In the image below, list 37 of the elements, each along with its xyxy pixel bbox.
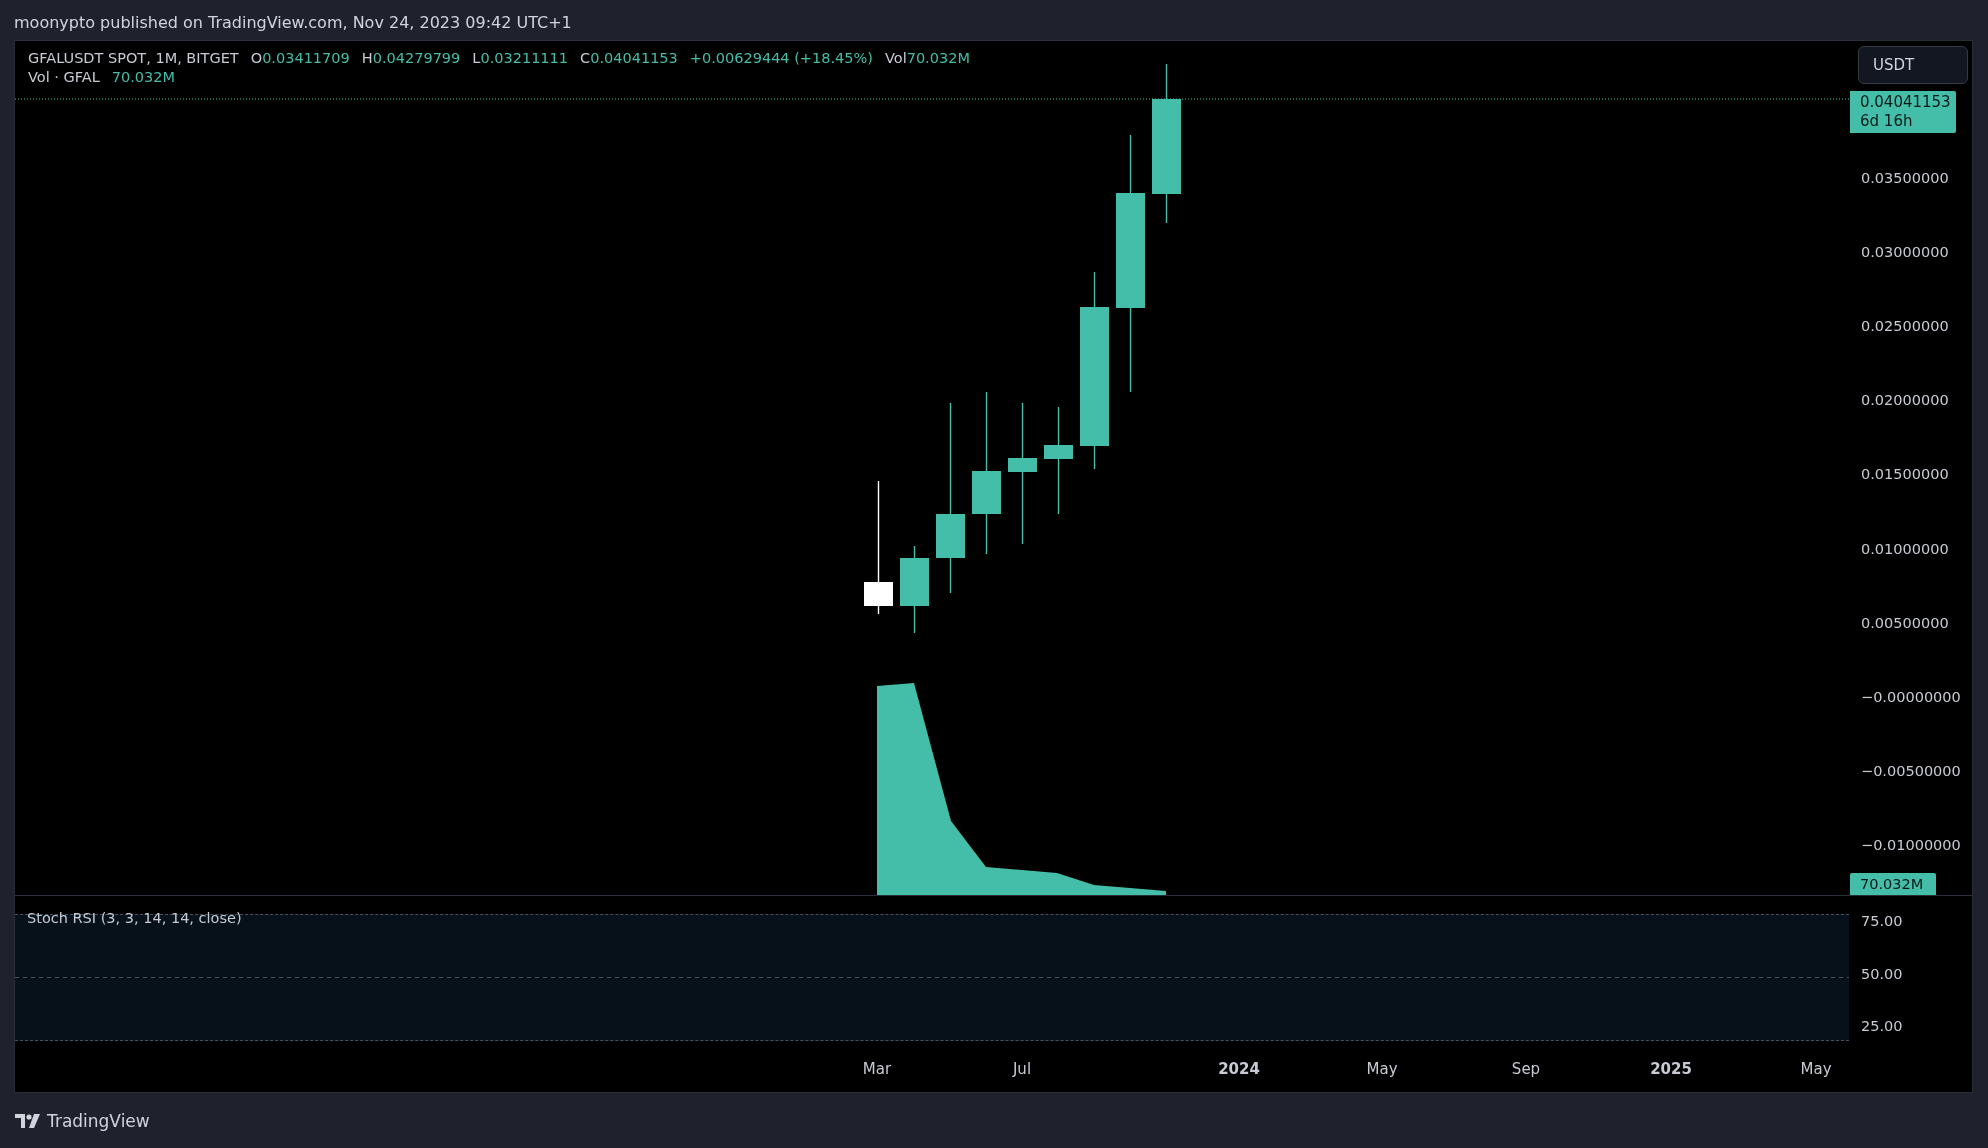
time-axis-label: May: [1800, 1060, 1832, 1078]
volume-badge: 70.032M: [1850, 873, 1936, 895]
ohlc-value: H0.04279799: [361, 50, 461, 66]
price-axis-label: 0.03000000: [1861, 244, 1949, 261]
time-axis-label: 2025: [1650, 1060, 1692, 1078]
time-axis-label: Jul: [1012, 1060, 1032, 1078]
price-axis-label: 0.02000000: [1861, 392, 1949, 409]
bar-countdown: 6d 16h: [1860, 112, 1914, 131]
volume-legend-label: Vol · GFAL: [28, 69, 100, 85]
volume-value: Vol70.032M: [884, 50, 970, 66]
stoch-axis-label: 25.00: [1861, 1018, 1903, 1034]
brand-name: TradingView: [47, 1110, 150, 1131]
currency-button[interactable]: USDT: [1858, 46, 1968, 84]
logo-icon: [15, 1113, 41, 1128]
change-value: +0.00629444 (+18.45%): [689, 50, 873, 66]
stoch-axis-label: 50.00: [1861, 966, 1903, 982]
time-axis-label: Sep: [1511, 1060, 1541, 1078]
time-axis-label: May: [1366, 1060, 1398, 1078]
price-axis-label: −0.00500000: [1861, 762, 1961, 779]
price-axis-label: 0.00500000: [1861, 614, 1949, 631]
price-axis-label: 0.02500000: [1861, 318, 1949, 335]
volume-legend-value: 70.032M: [111, 69, 175, 85]
price-axis-label: 0.01500000: [1861, 466, 1949, 483]
ohlc-value: C0.04041153: [580, 50, 678, 66]
price-axis-label: 0.01000000: [1861, 540, 1949, 557]
publish-info: moonypto published on TradingView.com, Nov 24, 2023 09:42 UTC+1: [14, 11, 572, 32]
stoch-rsi-title: Stoch RSI (3, 3, 14, 14, close): [27, 910, 242, 926]
price-axis-label: 0.03500000: [1861, 170, 1949, 186]
ohlc-value: O0.03411709: [250, 50, 350, 66]
time-axis-label: Mar: [862, 1060, 892, 1078]
time-axis-label: 2024: [1218, 1060, 1260, 1078]
price-axis-label: −0.00000000: [1861, 688, 1961, 705]
stoch-axis-label: 75.00: [1861, 913, 1903, 929]
symbol-label: GFALUSDT SPOT, 1M, BITGET: [28, 50, 239, 66]
price-axis-label: −0.01000000: [1861, 836, 1961, 853]
last-price: 0.04041153: [1860, 93, 1952, 112]
ohlc-value: L0.03211111: [472, 50, 569, 66]
